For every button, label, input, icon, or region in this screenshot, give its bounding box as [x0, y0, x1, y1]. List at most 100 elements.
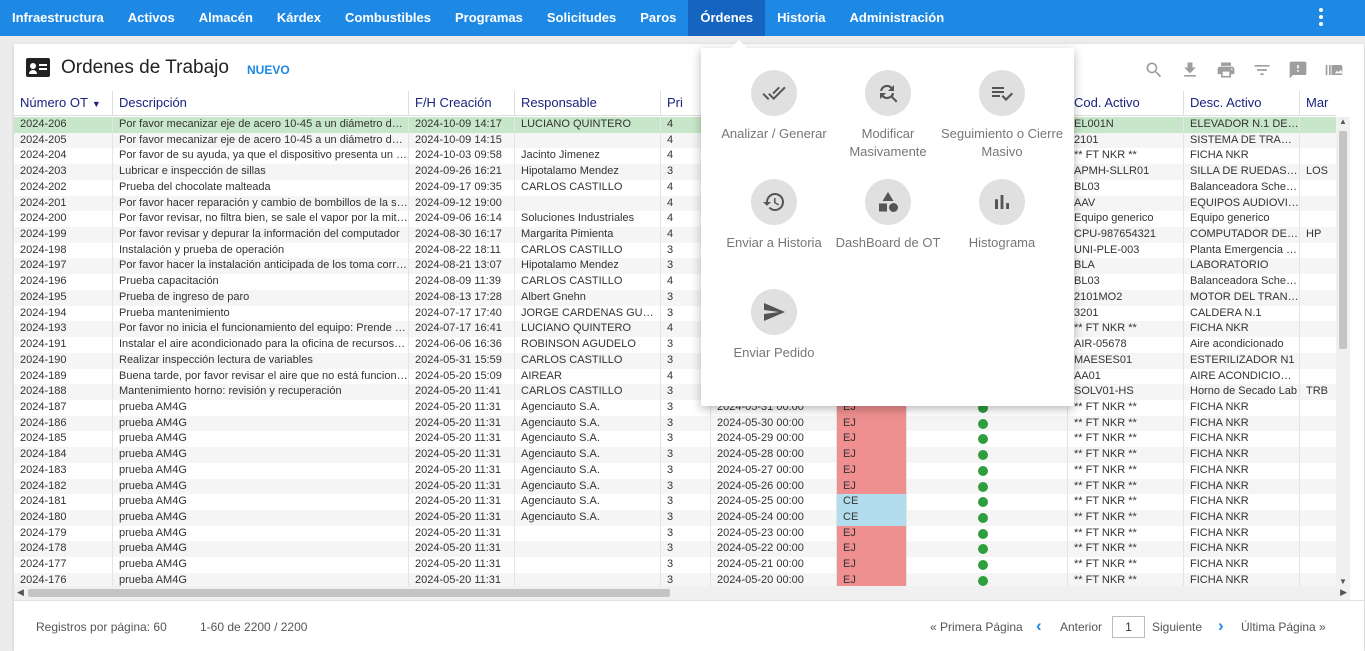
table-row[interactable]: 2024-193 Por favor no inicia el funcionam…	[14, 321, 1336, 338]
table-row[interactable]: 2024-205 Por favor mecanizar eje de acero…	[14, 132, 1336, 149]
vertical-scroll-thumb[interactable]	[1339, 131, 1347, 349]
page-number-input[interactable]	[1112, 616, 1145, 638]
menu-item-modificar[interactable]: Modificar Masivamente	[826, 70, 950, 161]
chevron-right-icon[interactable]: ›	[1218, 616, 1224, 636]
nav-item-2[interactable]: Almacén	[187, 0, 265, 36]
more-vert-icon[interactable]	[1313, 6, 1329, 28]
table-cell: Albert Gnehn	[515, 289, 661, 306]
table-cell: 2024-05-20 11:31	[409, 541, 515, 558]
table-row[interactable]: 2024-206 Por favor mecanizar eje de acero…	[14, 117, 1336, 133]
nav-item-9[interactable]: Historia	[765, 0, 837, 36]
table-row[interactable]: 2024-176 prueba AM4G 2024-05-20 11:31 3 2024…	[14, 572, 1336, 586]
prev-page-link[interactable]: Anterior	[1060, 620, 1102, 634]
scroll-left-icon[interactable]: ◀	[17, 587, 24, 598]
nav-item-4[interactable]: Combustibles	[333, 0, 443, 36]
column-header-1[interactable]: Descripción	[113, 91, 409, 116]
status-dot-cell	[907, 509, 1068, 526]
new-order-button[interactable]: NUEVO	[247, 63, 290, 77]
scroll-right-icon[interactable]: ▶	[1340, 587, 1347, 598]
table-cell: ELEVADOR N.1 DE CARGA	[1184, 117, 1300, 133]
table-row[interactable]: 2024-177 prueba AM4G 2024-05-20 11:31 3 2024…	[14, 557, 1336, 573]
menu-item-enviar-pedido[interactable]: Enviar Pedido	[712, 289, 836, 362]
table-row[interactable]: 2024-199 Por favor revisar y depurar la i…	[14, 227, 1336, 243]
table-cell: EJ	[837, 447, 907, 463]
table-row[interactable]: 2024-180 prueba AM4G 2024-05-20 11:31 Agenc…	[14, 509, 1336, 526]
table-cell: 2024-200	[14, 211, 113, 228]
table-row[interactable]: 2024-203 Lubricar e inspección de sillas 2…	[14, 164, 1336, 180]
nav-item-3[interactable]: Kárdex	[265, 0, 333, 36]
table-cell: 2024-08-30 16:17	[409, 227, 515, 243]
chevron-left-icon[interactable]: ‹	[1036, 616, 1042, 636]
table-row[interactable]: 2024-178 prueba AM4G 2024-05-20 11:31 3 2024…	[14, 541, 1336, 558]
table-cell: FICHA NKR	[1184, 494, 1300, 510]
table-cell	[1300, 447, 1336, 463]
table-cell: 2101	[1068, 132, 1184, 149]
feedback-icon[interactable]	[1288, 60, 1308, 80]
table-cell	[1300, 541, 1336, 557]
nav-item-6[interactable]: Solicitudes	[535, 0, 628, 36]
scroll-up-icon[interactable]: ▲	[1339, 117, 1347, 126]
nav-item-5[interactable]: Programas	[443, 0, 535, 36]
next-page-link[interactable]: Siguiente	[1152, 620, 1202, 634]
search-icon[interactable]	[1144, 60, 1164, 80]
column-header-3[interactable]: Responsable	[515, 91, 661, 116]
first-page-link[interactable]: « Primera Página	[930, 620, 1023, 634]
menu-item-seguimiento[interactable]: Seguimiento o Cierre Masivo	[940, 70, 1064, 161]
column-header-10[interactable]: Mar	[1300, 91, 1336, 116]
nav-item-7[interactable]: Paros	[628, 0, 688, 36]
table-row[interactable]: 2024-189 Buena tarde, por favor revisar e…	[14, 368, 1336, 385]
table-row[interactable]: 2024-186 prueba AM4G 2024-05-20 11:31 Agenc…	[14, 415, 1336, 432]
nav-item-8[interactable]: Órdenes	[688, 0, 766, 36]
table-cell: prueba AM4G	[113, 557, 409, 573]
table-row[interactable]: 2024-185 prueba AM4G 2024-05-20 11:31 Agenc…	[14, 431, 1336, 448]
table-row[interactable]: 2024-201 Por favor hacer reparación y cam…	[14, 195, 1336, 212]
columns-icon[interactable]	[1324, 60, 1344, 80]
table-row[interactable]: 2024-198 Instalación y prueba de operació…	[14, 242, 1336, 259]
table-cell	[1300, 494, 1336, 510]
horizontal-scroll-thumb[interactable]	[28, 589, 670, 597]
table-row[interactable]: 2024-191 Instalar el aire acondicionado p…	[14, 337, 1336, 353]
print-icon[interactable]	[1216, 60, 1236, 80]
menu-item-enviar-historia[interactable]: Enviar a Historia	[712, 179, 836, 252]
table-row[interactable]: 2024-197 Por favor hacer la instalación a…	[14, 258, 1336, 275]
send-icon	[751, 289, 797, 335]
column-header-9[interactable]: Desc. Activo	[1184, 91, 1300, 116]
download-icon[interactable]	[1180, 60, 1200, 80]
records-per-page[interactable]: Registros por página: 60	[36, 620, 167, 634]
menu-item-dashboard[interactable]: DashBoard de OT	[826, 179, 950, 252]
table-row[interactable]: 2024-204 Por favor de su ayuda, ya que el…	[14, 148, 1336, 165]
nav-item-10[interactable]: Administración	[838, 0, 957, 36]
column-header-2[interactable]: F/H Creación	[409, 91, 515, 116]
page-title: Ordenes de Trabajo	[61, 57, 229, 78]
filter-icon[interactable]	[1252, 60, 1272, 80]
menu-item-histograma[interactable]: Histograma	[940, 179, 1064, 252]
table-row[interactable]: 2024-200 Por favor revisar, no filtra bie…	[14, 211, 1336, 228]
column-header-0[interactable]: Número OT ▼	[14, 91, 113, 116]
table-row[interactable]: 2024-187 prueba AM4G 2024-05-20 11:31 Agenc…	[14, 399, 1336, 416]
column-header-8[interactable]: Cod. Activo	[1068, 91, 1184, 116]
nav-item-0[interactable]: Infraestructura	[0, 0, 116, 36]
table-row[interactable]: 2024-195 Prueba de ingreso de paro 2024-08…	[14, 289, 1336, 306]
table-cell: 2024-199	[14, 227, 113, 243]
table-row[interactable]: 2024-194 Prueba mantenimiento 2024-07-17 1…	[14, 305, 1336, 322]
table-row[interactable]: 2024-196 Prueba capacitación 2024-08-09 11…	[14, 274, 1336, 290]
table-cell: AAV	[1068, 195, 1184, 212]
table-row[interactable]: 2024-190 Realizar inspección lectura de v…	[14, 352, 1336, 369]
menu-item-analizar[interactable]: Analizar / Generar	[712, 70, 836, 143]
nav-item-1[interactable]: Activos	[116, 0, 187, 36]
table-row[interactable]: 2024-179 prueba AM4G 2024-05-20 11:31 3 2024…	[14, 525, 1336, 542]
horizontal-scrollbar[interactable]: ◀ ▶	[14, 586, 1350, 600]
table-row[interactable]: 2024-183 prueba AM4G 2024-05-20 11:31 Agenc…	[14, 462, 1336, 479]
vertical-scrollbar[interactable]: ▲ ▼	[1336, 117, 1350, 586]
last-page-link[interactable]: Última Página »	[1241, 620, 1326, 634]
table-cell: 3	[661, 509, 711, 526]
table-row[interactable]: 2024-184 prueba AM4G 2024-05-20 11:31 Agenc…	[14, 447, 1336, 463]
table-row[interactable]: 2024-181 prueba AM4G 2024-05-20 11:31 Agenc…	[14, 494, 1336, 510]
table-row[interactable]: 2024-202 Prueba del chocolate malteada 202…	[14, 179, 1336, 196]
status-dot-icon	[978, 575, 988, 586]
table-row[interactable]: 2024-182 prueba AM4G 2024-05-20 11:31 Agenc…	[14, 478, 1336, 495]
top-nav: Infraestructura Activos Almacén Kárdex Combu…	[0, 0, 1365, 36]
menu-item-label: Modificar Masivamente	[849, 126, 927, 159]
scroll-down-icon[interactable]: ▼	[1339, 577, 1347, 586]
table-row[interactable]: 2024-188 Mantenimiento horno: revisión y …	[14, 384, 1336, 400]
